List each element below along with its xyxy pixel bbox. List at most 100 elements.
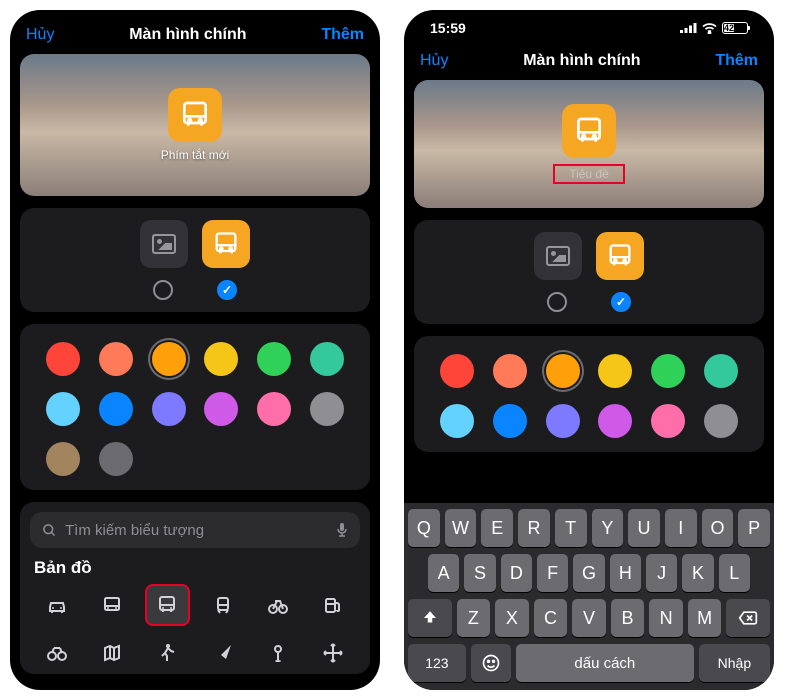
choice-photo[interactable] [534,232,582,280]
key-k[interactable]: K [682,554,713,592]
key-o[interactable]: O [702,509,734,547]
radio-photo[interactable] [547,292,567,312]
icon-fuel[interactable] [311,584,356,626]
color-swatch[interactable] [152,342,186,376]
color-swatch[interactable] [46,442,80,476]
color-swatch[interactable] [46,392,80,426]
key-w[interactable]: W [445,509,477,547]
shift-icon [421,609,439,627]
color-swatch[interactable] [257,392,291,426]
key-r[interactable]: R [518,509,550,547]
color-swatch[interactable] [204,342,238,376]
color-swatch[interactable] [651,354,685,388]
color-swatch[interactable] [598,354,632,388]
emoji-key[interactable] [471,644,511,682]
icon-tram[interactable] [200,584,245,626]
color-swatch[interactable] [704,404,738,438]
key-q[interactable]: Q [408,509,440,547]
radio-glyph[interactable] [611,292,631,312]
shift-key[interactable] [408,599,452,637]
icon-move[interactable] [311,632,356,674]
color-swatch[interactable] [704,354,738,388]
cancel-button[interactable]: Hủy [420,52,448,70]
key-e[interactable]: E [481,509,513,547]
icon-pin[interactable] [255,632,300,674]
key-m[interactable]: M [688,599,722,637]
icon-arrow[interactable] [200,632,245,674]
numbers-key[interactable]: 123 [408,644,466,682]
choice-photo[interactable] [140,220,188,268]
map-icon [100,641,124,665]
status-bar: 15:59 42 [404,10,774,46]
icon-picker-panel: Bản đồ [20,502,370,674]
key-u[interactable]: U [628,509,660,547]
icon-search-input[interactable] [65,522,328,539]
color-swatch[interactable] [546,354,580,388]
key-p[interactable]: P [738,509,770,547]
color-swatch[interactable] [99,442,133,476]
color-swatch[interactable] [651,404,685,438]
color-swatch[interactable] [46,342,80,376]
key-g[interactable]: G [573,554,604,592]
phone-left: Hủy Màn hình chính Thêm Phím tắt mới [10,10,380,690]
space-key[interactable]: dấu cách [516,644,694,682]
key-z[interactable]: Z [457,599,491,637]
key-t[interactable]: T [555,509,587,547]
color-panel [20,324,370,490]
key-n[interactable]: N [649,599,683,637]
backspace-key[interactable] [726,599,770,637]
key-d[interactable]: D [501,554,532,592]
photo-placeholder-icon [546,246,570,266]
color-panel [414,336,764,452]
key-f[interactable]: F [537,554,568,592]
choice-glyph[interactable] [202,220,250,268]
icon-bike[interactable] [255,584,300,626]
color-swatch[interactable] [204,392,238,426]
done-button[interactable]: Thêm [321,26,364,44]
radio-glyph[interactable] [217,280,237,300]
color-swatch[interactable] [99,392,133,426]
color-swatch[interactable] [152,392,186,426]
color-swatch[interactable] [493,404,527,438]
icon-search[interactable] [30,512,360,548]
key-s[interactable]: S [464,554,495,592]
color-swatch[interactable] [310,342,344,376]
enter-key[interactable]: Nhập [699,644,770,682]
color-swatch[interactable] [310,392,344,426]
home-preview: Tiêu đề [414,80,764,208]
icon-bus[interactable] [89,584,134,626]
cancel-button[interactable]: Hủy [26,26,54,44]
preview-title-input[interactable]: Tiêu đề [553,164,625,184]
color-swatch[interactable] [493,354,527,388]
search-icon [42,523,57,538]
color-swatch[interactable] [440,404,474,438]
color-swatch[interactable] [598,404,632,438]
choice-glyph[interactable] [596,232,644,280]
key-v[interactable]: V [572,599,606,637]
icon-binoculars[interactable] [34,632,79,674]
key-h[interactable]: H [610,554,641,592]
bike-icon [266,593,290,617]
pin-icon [266,641,290,665]
move-icon [321,641,345,665]
key-l[interactable]: L [719,554,750,592]
key-j[interactable]: J [646,554,677,592]
icon-walk[interactable] [145,632,190,674]
key-c[interactable]: C [534,599,568,637]
key-x[interactable]: X [495,599,529,637]
mic-icon[interactable] [336,522,348,538]
color-swatch[interactable] [546,404,580,438]
radio-photo[interactable] [153,280,173,300]
preview-app-icon [168,88,222,142]
color-swatch[interactable] [99,342,133,376]
color-swatch[interactable] [440,354,474,388]
key-y[interactable]: Y [592,509,624,547]
icon-map[interactable] [89,632,134,674]
done-button[interactable]: Thêm [715,52,758,70]
key-i[interactable]: I [665,509,697,547]
color-swatch[interactable] [257,342,291,376]
key-b[interactable]: B [611,599,645,637]
icon-car[interactable] [34,584,79,626]
icon-truck[interactable] [145,584,190,626]
key-a[interactable]: A [428,554,459,592]
